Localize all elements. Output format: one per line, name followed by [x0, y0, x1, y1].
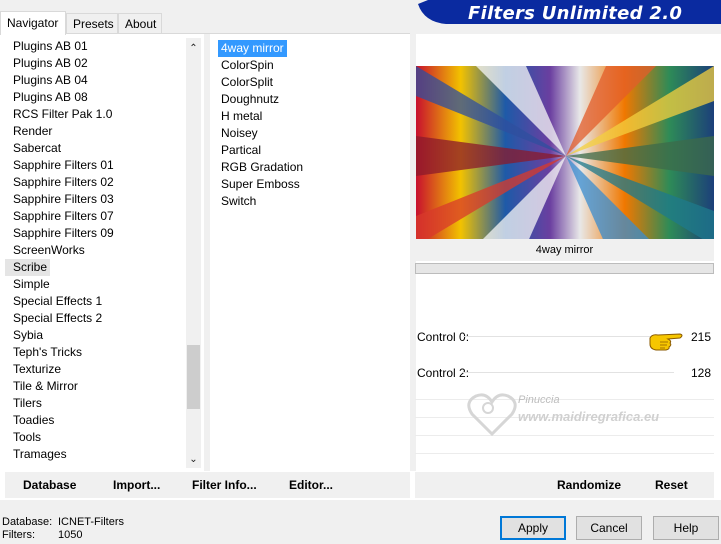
category-item[interactable]: Special Effects 1: [5, 293, 201, 310]
filter-item[interactable]: Noisey: [218, 125, 261, 142]
preview-graphic: [416, 66, 714, 246]
category-item[interactable]: Sybia: [5, 327, 201, 344]
category-item[interactable]: Plugins AB 02: [5, 55, 201, 72]
category-item[interactable]: Scribe: [5, 259, 51, 276]
filter-list[interactable]: 4way mirror ColorSpin ColorSplit Doughnutz H…: [216, 40, 406, 210]
category-item[interactable]: Render: [5, 123, 201, 140]
import-button[interactable]: Import...: [113, 478, 160, 492]
category-item[interactable]: Sapphire Filters 09: [5, 225, 201, 242]
watermark: Pinuccia www.maidiregrafica.eu: [466, 390, 716, 440]
filter-item[interactable]: Super Emboss: [218, 176, 303, 193]
category-item[interactable]: Tile & Mirror: [5, 378, 201, 395]
control-0-slider[interactable]: [463, 336, 674, 337]
database-value: ICNET-Filters: [58, 516, 124, 528]
left-button-bar: Database Import... Filter Info... Editor…: [5, 472, 410, 498]
control-2-slider[interactable]: [463, 372, 674, 373]
category-item[interactable]: Plugins AB 04: [5, 72, 201, 89]
category-item[interactable]: Sapphire Filters 02: [5, 174, 201, 191]
category-scrollbar[interactable]: ⌃ ⌄: [186, 38, 201, 468]
category-item[interactable]: Plugins AB 08: [5, 89, 201, 106]
filters-label: Filters:: [2, 529, 35, 541]
filter-info-button[interactable]: Filter Info...: [192, 478, 257, 492]
scroll-down-icon[interactable]: ⌄: [186, 452, 201, 467]
category-item[interactable]: Toadies: [5, 412, 201, 429]
filter-item[interactable]: Partical: [218, 142, 264, 159]
cancel-button[interactable]: Cancel: [576, 516, 642, 540]
category-item[interactable]: Sapphire Filters 01: [5, 157, 201, 174]
filter-item[interactable]: Switch: [218, 193, 259, 210]
progress-bar: [415, 263, 714, 274]
database-label: Database:: [2, 516, 53, 528]
category-item[interactable]: Texturize: [5, 361, 201, 378]
category-item[interactable]: RCS Filter Pak 1.0: [5, 106, 201, 123]
filter-item[interactable]: H metal: [218, 108, 265, 125]
randomize-button[interactable]: Randomize: [557, 478, 621, 492]
scroll-up-icon[interactable]: ⌃: [186, 41, 201, 56]
banner-title: Filters Unlimited 2.0: [468, 3, 683, 24]
tab-presets[interactable]: Presets: [66, 13, 118, 33]
filter-item[interactable]: 4way mirror: [218, 40, 287, 57]
category-item[interactable]: Sabercat: [5, 140, 201, 157]
control-2-value: 128: [690, 366, 711, 380]
category-item[interactable]: ScreenWorks: [5, 242, 201, 259]
tab-navigator[interactable]: Navigator: [0, 11, 66, 35]
control-2-label: Control 2:: [417, 366, 470, 380]
tab-about[interactable]: About: [118, 13, 162, 33]
scrollbar-thumb[interactable]: [187, 345, 200, 409]
category-item[interactable]: Plugins AB 01: [5, 38, 201, 55]
editor-button[interactable]: Editor...: [289, 478, 333, 492]
control-0-label: Control 0:: [417, 330, 470, 344]
control-row-empty: [415, 453, 714, 454]
category-item[interactable]: Tilers: [5, 395, 201, 412]
heart-logo-icon: [467, 393, 517, 437]
divider-left: [204, 34, 210, 471]
watermark-url: www.maidiregrafica.eu: [518, 409, 660, 424]
database-button[interactable]: Database: [23, 478, 76, 492]
category-item[interactable]: Special Effects 2: [5, 310, 201, 327]
filter-item[interactable]: RGB Gradation: [218, 159, 306, 176]
filter-item[interactable]: Doughnutz: [218, 91, 282, 108]
filters-count: 1050: [58, 529, 83, 541]
category-item[interactable]: Teph's Tricks: [5, 344, 201, 361]
category-item[interactable]: Sapphire Filters 07: [5, 208, 201, 225]
control-0-value: 215: [690, 330, 711, 344]
category-item[interactable]: Tools: [5, 429, 201, 446]
watermark-name: Pinuccia: [518, 394, 560, 406]
pointing-hand-icon: [648, 330, 686, 355]
filter-item[interactable]: ColorSpin: [218, 57, 277, 74]
filter-preview-image: [416, 66, 714, 246]
category-item[interactable]: Sapphire Filters 03: [5, 191, 201, 208]
filters-unlimited-banner: Filters Unlimited 2.0: [418, 0, 721, 28]
help-button[interactable]: Help: [653, 516, 719, 540]
category-item[interactable]: Tramages: [5, 446, 201, 463]
category-item[interactable]: Simple: [5, 276, 201, 293]
filter-item[interactable]: ColorSplit: [218, 74, 276, 91]
control-2[interactable]: Control 2: 128: [415, 363, 714, 383]
apply-button[interactable]: Apply: [500, 516, 566, 540]
reset-button[interactable]: Reset: [655, 478, 688, 492]
category-list[interactable]: Plugins AB 01 Plugins AB 02 Plugins AB 04 P…: [5, 38, 201, 468]
selected-filter-name: 4way mirror: [415, 239, 714, 261]
right-button-bar: Randomize Reset: [415, 472, 714, 498]
